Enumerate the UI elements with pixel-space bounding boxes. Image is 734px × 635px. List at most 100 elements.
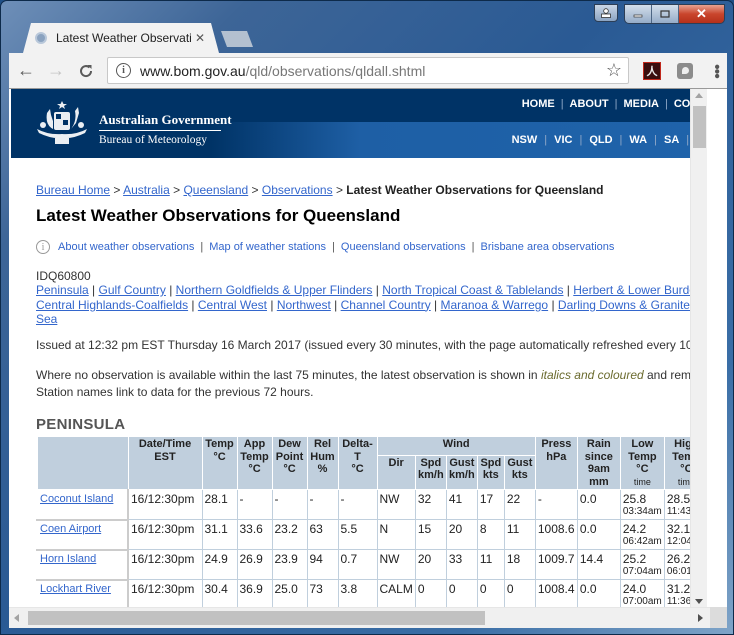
close-window-button[interactable]: ✕ <box>679 5 724 23</box>
vertical-scroll-thumb[interactable] <box>693 106 706 148</box>
state-wa[interactable]: WA <box>622 134 654 146</box>
address-bar[interactable]: i www.bom.gov.au/qld/observations/qldall… <box>107 57 629 84</box>
extension-icon[interactable] <box>677 62 693 79</box>
horizontal-scrollbar[interactable] <box>9 607 710 628</box>
district-link-gulf-country[interactable]: Gulf Country <box>99 283 166 297</box>
station-link[interactable]: Horn Island <box>40 553 96 565</box>
scroll-left-arrow-icon[interactable] <box>14 614 19 622</box>
cell-gust-kts: 22 <box>503 489 536 520</box>
cell-datetime: 16/12:30pm <box>127 549 203 580</box>
link-separator: | <box>563 283 574 297</box>
district-link-central-west[interactable]: Central West <box>198 298 267 312</box>
note-text: Where no observation is available within… <box>36 368 541 382</box>
district-link-channel-country[interactable]: Channel Country <box>341 298 431 312</box>
state-qld[interactable]: QLD <box>582 134 619 146</box>
cell-rain: 0.0 <box>576 519 621 550</box>
cell-rain: 0.0 <box>576 579 621 608</box>
minimize-icon <box>633 14 643 18</box>
government-name: Australian Government <box>99 112 232 127</box>
cell-press: 1008.6 <box>534 519 578 550</box>
nav-media[interactable]: MEDIA <box>618 98 665 110</box>
state-nav: NSW| VIC| QLD| WA| SA| TA <box>505 134 707 146</box>
breadcrumb-separator: > <box>335 183 343 197</box>
section-title-peninsula: PENINSULA <box>36 416 126 433</box>
scroll-down-arrow-icon[interactable] <box>695 599 703 604</box>
district-link-northwest[interactable]: Northwest <box>277 298 331 312</box>
cell-temp: 28.1 <box>201 489 238 520</box>
cell-datetime: 16/12:30pm <box>127 489 203 520</box>
district-links-row: Central Highlands-Coalfields | Central W… <box>36 298 707 313</box>
browser-tab-active[interactable]: Latest Weather Observati ✕ <box>23 23 219 53</box>
state-vic[interactable]: VIC <box>547 134 579 146</box>
new-tab-button[interactable] <box>221 31 253 47</box>
cell-low-temp: 25.8 03:34am <box>619 489 665 520</box>
cell-app-temp: 26.9 <box>236 549 273 580</box>
nav-about[interactable]: ABOUT <box>564 98 615 110</box>
link-map-of-weather-stations[interactable]: Map of weather stations <box>209 241 326 253</box>
acrobat-extension-icon[interactable]: 人 <box>643 61 661 80</box>
cell-datetime: 16/12:30pm <box>127 519 203 550</box>
cell-dir: N <box>376 519 416 550</box>
scroll-up-arrow-icon[interactable] <box>695 93 703 98</box>
station-link[interactable]: Lockhart River <box>40 583 111 595</box>
header-gust-kts: Gust kts <box>503 454 536 491</box>
link-separator: | <box>330 297 341 312</box>
station-link[interactable]: Coconut Island <box>40 493 113 505</box>
district-links-row: Sea <box>36 312 707 327</box>
link-separator: | <box>548 297 558 312</box>
link-queensland-observations[interactable]: Queensland observations <box>341 241 466 253</box>
web-page: Australian Government Bureau of Meteorol… <box>11 89 707 608</box>
district-link-herbert-lower-burde[interactable]: Herbert & Lower Burde <box>573 283 696 297</box>
low-temp-time: 06:42am <box>622 536 662 547</box>
page-viewport: Australian Government Bureau of Meteorol… <box>9 88 727 628</box>
vertical-scrollbar[interactable] <box>690 89 707 608</box>
maximize-button[interactable] <box>652 5 679 23</box>
reload-button[interactable] <box>73 58 99 84</box>
maximize-icon <box>660 10 670 18</box>
state-sa[interactable]: SA <box>657 134 686 146</box>
breadcrumb-queensland[interactable]: Queensland <box>183 183 248 197</box>
district-link-darling-downs-granite-b[interactable]: Darling Downs & Granite B <box>558 298 701 312</box>
minimize-button[interactable] <box>625 5 652 23</box>
browser-menu-icon[interactable]: ••• <box>708 64 725 78</box>
profile-button[interactable] <box>594 4 618 22</box>
tab-close-icon[interactable]: ✕ <box>195 31 205 45</box>
station-link-note: Station names link to data for the previ… <box>36 385 314 399</box>
breadcrumb-observations[interactable]: Observations <box>262 183 333 197</box>
station-link[interactable]: Coen Airport <box>40 523 101 535</box>
district-link-north-tropical-coast-tablelands[interactable]: North Tropical Coast & Tablelands <box>382 283 563 297</box>
cell-app-temp: 33.6 <box>236 519 273 550</box>
breadcrumb-bureau-home[interactable]: Bureau Home <box>36 183 110 197</box>
bookmark-star-icon[interactable]: ☆ <box>606 60 622 81</box>
link-brisbane-area-observations[interactable]: Brisbane area observations <box>481 241 615 253</box>
cell-temp: 24.9 <box>201 549 238 580</box>
district-link-northern-goldfields-upper-flinders[interactable]: Northern Goldfields & Upper Flinders <box>176 283 373 297</box>
site-info-icon[interactable]: i <box>116 63 131 78</box>
url-path: /qld/observations/qldall.shtml <box>245 62 426 79</box>
header-delta-t: Delta- T °C <box>337 436 378 490</box>
cell-dew-point: 23.2 <box>271 519 308 550</box>
breadcrumb-separator: > <box>113 183 121 197</box>
header-dir: Dir <box>376 454 416 491</box>
cell-app-temp: - <box>236 489 273 520</box>
breadcrumb-australia[interactable]: Australia <box>123 183 170 197</box>
link-separator: | <box>372 283 383 297</box>
info-icon: i <box>36 240 50 254</box>
cell-dew-point: 25.0 <box>271 579 308 608</box>
cell-datetime: 16/12:30pm <box>127 579 203 608</box>
district-link-sea[interactable]: Sea <box>36 312 57 326</box>
state-nsw[interactable]: NSW <box>505 134 545 146</box>
close-icon: ✕ <box>696 6 707 21</box>
back-button[interactable]: ← <box>13 58 39 84</box>
horizontal-scroll-thumb[interactable] <box>28 611 485 625</box>
link-about-weather-observations[interactable]: About weather observations <box>58 241 194 253</box>
scroll-right-arrow-icon[interactable] <box>698 614 703 622</box>
header-rel-hum: Rel Hum% <box>306 436 339 490</box>
station-cell: Lockhart River <box>36 578 129 608</box>
nav-home[interactable]: HOME <box>516 98 561 110</box>
district-link-central-highlands-coalfields[interactable]: Central Highlands-Coalfields <box>36 298 188 312</box>
district-link-maranoa-warrego[interactable]: Maranoa & Warrego <box>441 298 549 312</box>
forward-button[interactable]: → <box>43 58 69 84</box>
district-link-peninsula[interactable]: Peninsula <box>36 283 89 297</box>
header-wind: Wind <box>376 436 536 456</box>
